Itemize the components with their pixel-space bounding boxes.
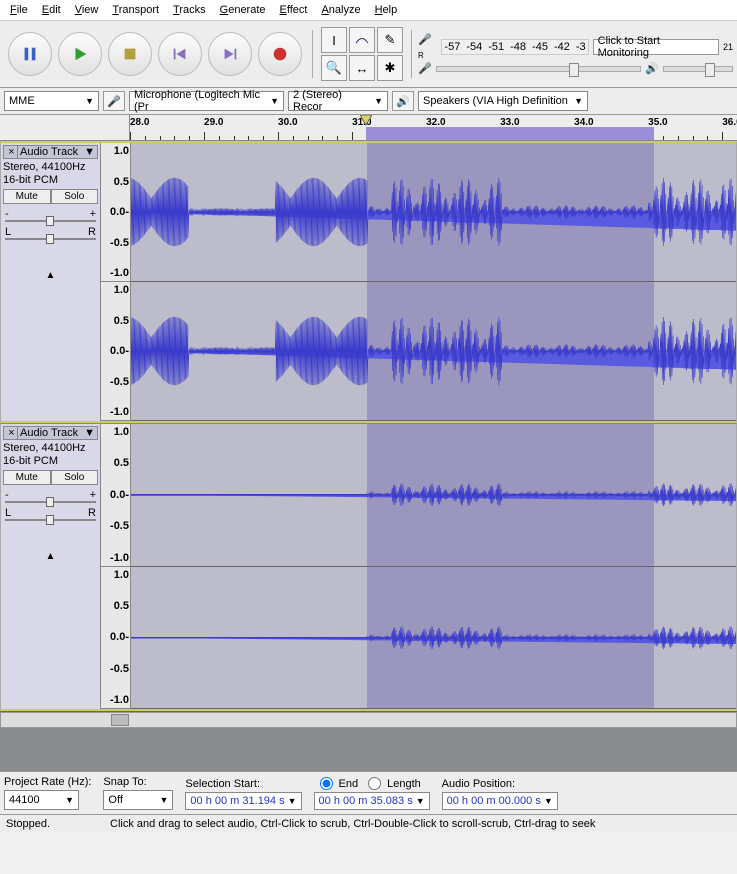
- menu-generate[interactable]: Generate: [214, 2, 272, 18]
- meter-tick: -51: [488, 41, 504, 53]
- track-1-pan-slider[interactable]: LR: [5, 226, 96, 240]
- track-area-empty: [0, 711, 737, 771]
- track-2-pan-slider[interactable]: LR: [5, 507, 96, 521]
- track-2: × Audio Track ▼ Stereo, 44100Hz16-bit PC…: [0, 423, 737, 711]
- track-2-scale: 1.00.50.0--0.5-1.0 1.00.50.0--0.5-1.0: [101, 424, 131, 709]
- mic-icon: 🎤: [103, 91, 125, 111]
- track-1-gain-slider[interactable]: -+: [5, 208, 96, 222]
- device-toolbar: MME▼ 🎤 Microphone (Logitech Mic (Pr▼ 2 (…: [0, 88, 737, 115]
- track-2-title: Audio Track: [18, 427, 84, 439]
- meter-tick: -57: [444, 41, 460, 53]
- snap-to-label: Snap To:: [103, 776, 173, 788]
- track-1-waveform[interactable]: [131, 143, 736, 421]
- skip-end-button[interactable]: [208, 32, 252, 76]
- status-bar: Stopped. Click and drag to select audio,…: [0, 814, 737, 833]
- track-1-format: Stereo, 44100Hz16-bit PCM: [3, 159, 98, 189]
- track-2-waveform[interactable]: [131, 424, 736, 709]
- track-1-menu[interactable]: × Audio Track ▼: [3, 145, 98, 159]
- chevron-down-icon[interactable]: ▼: [84, 146, 95, 158]
- playback-device-dropdown[interactable]: Speakers (VIA High Definition▼: [418, 91, 588, 111]
- audio-host-dropdown[interactable]: MME▼: [4, 91, 99, 111]
- recording-volume-slider[interactable]: [436, 66, 642, 72]
- track-1-scale: 1.00.50.0--0.5-1.0 1.00.50.0--0.5-1.0: [101, 143, 131, 421]
- track-2-mute-button[interactable]: Mute: [3, 470, 51, 485]
- stop-button[interactable]: [108, 32, 152, 76]
- selection-toolbar: Project Rate (Hz): 44100▼ Snap To: Off▼ …: [0, 771, 737, 814]
- project-rate-dropdown[interactable]: 44100▼: [4, 790, 79, 810]
- recording-meter[interactable]: -57 -54 -51 -48 -45 -42 -3: [441, 39, 588, 55]
- track-2-menu[interactable]: × Audio Track ▼: [3, 426, 98, 440]
- menu-analyze[interactable]: Analyze: [315, 2, 366, 18]
- selection-end-input[interactable]: 00 h 00 m 35.083 s▼: [314, 792, 430, 810]
- menu-tracks[interactable]: Tracks: [167, 2, 212, 18]
- horizontal-scrollbar[interactable]: [0, 712, 737, 728]
- start-monitoring-button[interactable]: Click to Start Monitoring: [593, 39, 719, 55]
- transport-controls: [4, 28, 306, 80]
- chevron-down-icon[interactable]: ▼: [84, 427, 95, 439]
- menu-effect[interactable]: Effect: [274, 2, 314, 18]
- menu-view[interactable]: View: [69, 2, 105, 18]
- selection-start-label: Selection Start:: [185, 778, 301, 790]
- selection-start-input[interactable]: 00 h 00 m 31.194 s▼: [185, 792, 301, 810]
- record-button[interactable]: [258, 32, 302, 76]
- track-2-panel: × Audio Track ▼ Stereo, 44100Hz16-bit PC…: [1, 424, 101, 709]
- playback-volume-slider[interactable]: [663, 66, 733, 72]
- recording-device-dropdown[interactable]: Microphone (Logitech Mic (Pr▼: [129, 91, 284, 111]
- envelope-tool-icon[interactable]: [349, 27, 375, 53]
- meter-tick: -45: [532, 41, 548, 53]
- meters: 🎤R -57 -54 -51 -48 -45 -42 -3 Click to S…: [418, 33, 733, 75]
- recording-channels-dropdown[interactable]: 2 (Stereo) Recor▼: [288, 91, 388, 111]
- status-state: Stopped.: [6, 818, 50, 830]
- track-1-title: Audio Track: [18, 146, 84, 158]
- audio-position-label: Audio Position:: [442, 778, 558, 790]
- multi-tool-icon[interactable]: ✱: [377, 55, 403, 81]
- play-button[interactable]: [58, 32, 102, 76]
- timeline-ruler[interactable]: 28.029.030.031.032.033.034.035.036.0: [0, 115, 737, 141]
- track-1-close-icon[interactable]: ×: [6, 146, 18, 158]
- zoom-tool-icon[interactable]: 🔍: [321, 55, 347, 81]
- end-radio-label: End: [339, 778, 359, 790]
- track-1: × Audio Track ▼ Stereo, 44100Hz16-bit PC…: [0, 141, 737, 423]
- speaker-icon: 🔊: [392, 91, 414, 111]
- menu-help[interactable]: Help: [369, 2, 404, 18]
- audio-position-input[interactable]: 00 h 00 m 00.000 s▼: [442, 792, 558, 810]
- status-hint: Click and drag to select audio, Ctrl-Cli…: [110, 818, 595, 830]
- menu-transport[interactable]: Transport: [106, 2, 165, 18]
- track-1-mute-button[interactable]: Mute: [3, 189, 51, 204]
- timeshift-tool-icon[interactable]: ↔: [349, 55, 375, 81]
- meter-tick: -54: [466, 41, 482, 53]
- meter-tick: -3: [576, 41, 586, 53]
- selection-tool-icon[interactable]: I: [321, 27, 347, 53]
- edit-tools: I ✎ 🔍 ↔ ✱: [319, 25, 405, 83]
- meter-end-tick: 21: [723, 42, 733, 52]
- snap-to-dropdown[interactable]: Off▼: [103, 790, 173, 810]
- menu-file[interactable]: File: [4, 2, 34, 18]
- skip-start-button[interactable]: [158, 32, 202, 76]
- project-rate-label: Project Rate (Hz):: [4, 776, 91, 788]
- menu-bar: File Edit View Transport Tracks Generate…: [0, 0, 737, 21]
- track-2-gain-slider[interactable]: -+: [5, 489, 96, 503]
- menu-edit[interactable]: Edit: [36, 2, 67, 18]
- toolbar: I ✎ 🔍 ↔ ✱ 🎤R -57 -54 -51 -48 -45 -42 -3 …: [0, 21, 737, 88]
- pause-button[interactable]: [8, 32, 52, 76]
- mic-meter-icon[interactable]: 🎤R: [418, 33, 437, 60]
- speaker-volume-icon: 🔊: [645, 62, 659, 75]
- track-1-panel: × Audio Track ▼ Stereo, 44100Hz16-bit PC…: [1, 143, 101, 421]
- meter-tick: -42: [554, 41, 570, 53]
- track-1-collapse-button[interactable]: ▲: [3, 270, 98, 281]
- draw-tool-icon[interactable]: ✎: [377, 27, 403, 53]
- length-radio-label: Length: [387, 778, 421, 790]
- end-radio[interactable]: [320, 777, 333, 790]
- track-2-solo-button[interactable]: Solo: [51, 470, 99, 485]
- track-2-format: Stereo, 44100Hz16-bit PCM: [3, 440, 98, 470]
- length-radio[interactable]: [368, 777, 381, 790]
- meter-tick: -48: [510, 41, 526, 53]
- track-1-solo-button[interactable]: Solo: [51, 189, 99, 204]
- track-2-close-icon[interactable]: ×: [6, 427, 18, 439]
- track-2-collapse-button[interactable]: ▲: [3, 551, 98, 562]
- mic-volume-icon: 🎤: [418, 62, 432, 75]
